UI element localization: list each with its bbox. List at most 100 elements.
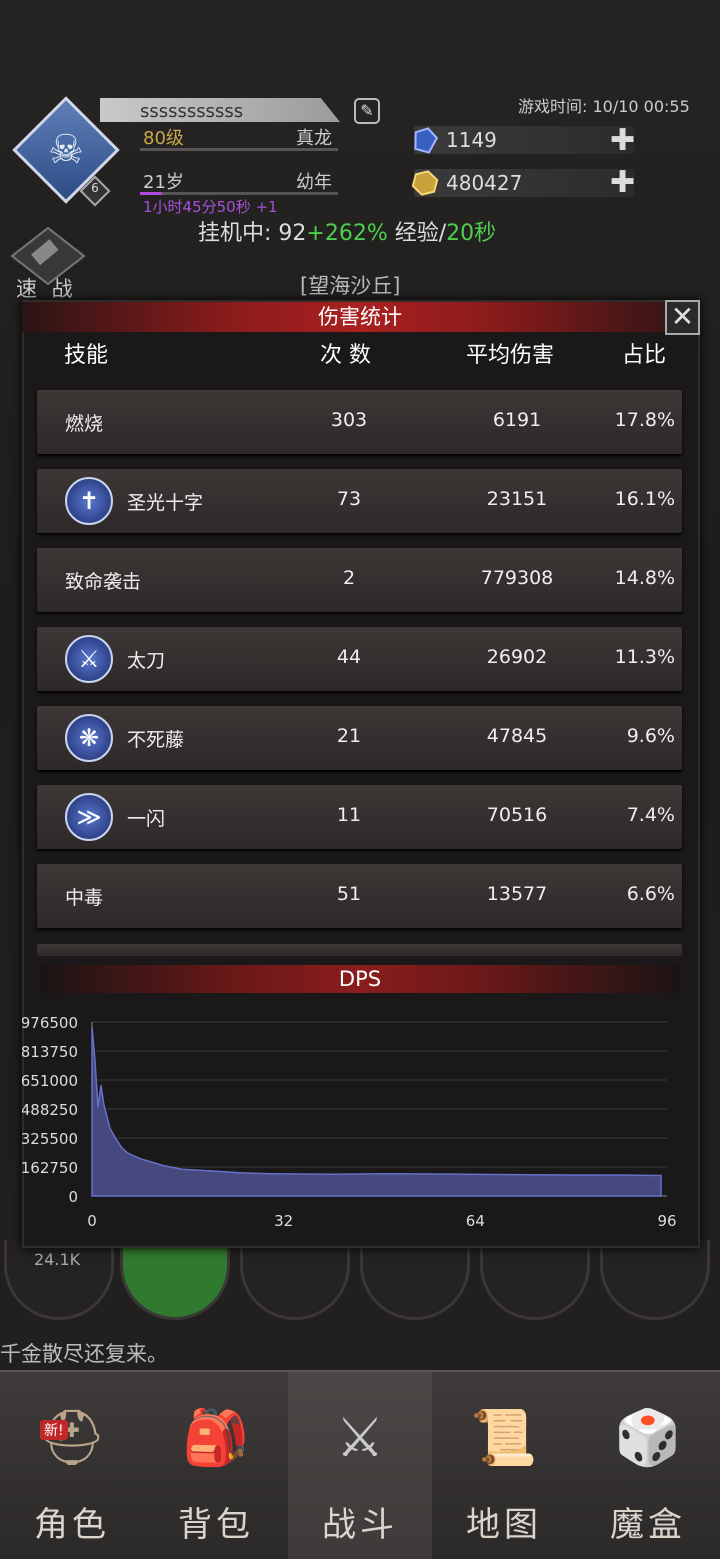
- player-title: 真龙: [296, 128, 332, 149]
- tab-battle[interactable]: ⚔ 战斗: [288, 1372, 432, 1559]
- backpack-icon: 🎒: [182, 1406, 250, 1469]
- dps-point: [121, 1147, 123, 1149]
- dps-point: [103, 1104, 105, 1106]
- table-row: 燃烧 303 6191 17.8%: [37, 390, 682, 454]
- column-header-pct: 占比: [622, 343, 667, 368]
- dps-point: [181, 1168, 183, 1171]
- y-tick-label: 0: [68, 1188, 78, 1206]
- afk-base: 92: [278, 221, 307, 246]
- afk-exp-label: 经验/: [387, 221, 447, 246]
- tab-label: 角色: [34, 1505, 110, 1545]
- hit-count: 11: [336, 804, 362, 826]
- dps-area: [91, 1026, 662, 1197]
- skill-slot-3[interactable]: [480, 1240, 590, 1320]
- game-time: 游戏时间: 10/10 00:55: [518, 97, 690, 116]
- skill-name: 太刀: [127, 650, 166, 672]
- column-header-avg: 平均伤害: [466, 343, 555, 368]
- mp-orb: [120, 1240, 230, 1320]
- tab-label: 地图: [466, 1505, 542, 1545]
- afk-interval: 20秒: [446, 221, 497, 246]
- magic-box-icon: 🎲: [614, 1406, 682, 1469]
- tab-label: 战斗: [322, 1505, 398, 1545]
- tab-magicbox[interactable]: 🎲 魔盒: [576, 1372, 720, 1559]
- player-age: 21岁: [143, 172, 184, 193]
- hit-count: 73: [336, 488, 362, 510]
- avg-damage: 70516: [486, 804, 548, 826]
- table-row: ✝ 圣光十字 73 23151 16.1%: [37, 469, 682, 533]
- table-row: 致命袭击 2 779308 14.8%: [37, 548, 682, 612]
- y-tick-label: 976500: [22, 1014, 78, 1032]
- dps-point: [510, 1173, 513, 1176]
- dps-point: [330, 1173, 333, 1176]
- dps-point: [151, 1161, 153, 1163]
- damage-share: 14.8%: [614, 567, 675, 589]
- skill-name: 不死藤: [127, 729, 185, 751]
- quick-battle-label[interactable]: 速 战: [16, 273, 77, 303]
- dps-point: [163, 1164, 165, 1167]
- skill-slot-4[interactable]: [600, 1240, 710, 1320]
- y-tick-label: 325500: [22, 1130, 78, 1148]
- dps-point: [390, 1172, 393, 1175]
- dps-point: [660, 1174, 662, 1177]
- damage-share: 11.3%: [614, 646, 675, 668]
- tab-bag[interactable]: 🎒 背包: [144, 1372, 288, 1559]
- y-tick-label: 813750: [22, 1043, 78, 1061]
- column-header-skill: 技能: [64, 343, 109, 368]
- avg-damage: 23151: [486, 488, 548, 510]
- badge-level: 6: [91, 181, 99, 195]
- x-tick-label: 0: [87, 1212, 97, 1230]
- dps-point: [115, 1138, 117, 1140]
- x-tick-label: 64: [466, 1212, 485, 1230]
- hp-value: 24.1K: [34, 1250, 81, 1269]
- player-name: sssssssssss: [140, 101, 244, 122]
- skill-name: 中毒: [65, 887, 104, 909]
- x-tick-label: 32: [274, 1212, 293, 1230]
- skill-name: 圣光十字: [127, 492, 204, 514]
- edit-name-icon[interactable]: ✎: [354, 98, 380, 124]
- app-screen: ☠ 6 sssssssssss ✎ 游戏时间: 10/10 00:55 80级 …: [0, 0, 720, 1559]
- dps-point: [91, 1025, 93, 1028]
- dps-chart: 976500 813750 651000 488250 325500 162750 00 32…: [22, 1014, 677, 1230]
- diamond-count: 1149: [446, 128, 497, 152]
- tab-role[interactable]: ⛑ 新! 角色: [0, 1372, 144, 1559]
- dps-point: [109, 1127, 111, 1130]
- avg-damage: 47845: [486, 725, 548, 747]
- cross-icon: ✝: [65, 477, 113, 525]
- skill-name: 燃烧: [65, 413, 104, 435]
- avg-damage: 26902: [486, 646, 548, 668]
- afk-label: 挂机中:: [198, 221, 279, 246]
- afk-bonus: +262%: [306, 221, 388, 246]
- dps-point: [139, 1157, 141, 1160]
- dps-point: [570, 1174, 572, 1176]
- time-remaining: 1小时45分50秒 +1: [143, 198, 278, 216]
- table-row: ⚔ 太刀 44 26902 11.3%: [37, 627, 682, 691]
- dps-title: DPS: [338, 967, 382, 991]
- skill-slot-1[interactable]: [240, 1240, 350, 1320]
- add-diamond-icon[interactable]: ✚: [610, 126, 635, 156]
- sword-shield-icon: ⚔: [335, 1406, 385, 1469]
- skill-slot-2[interactable]: [360, 1240, 470, 1320]
- hit-count: 2: [342, 567, 356, 589]
- table-row: ❋ 不死藤 21 47845 9.6%: [37, 706, 682, 770]
- demon-skull-icon: ☠: [48, 127, 84, 173]
- table-row: ≫ 一闪 11 70516 7.4%: [37, 785, 682, 849]
- hit-count: 44: [336, 646, 362, 668]
- age-progress-track: [140, 192, 338, 195]
- add-gold-icon[interactable]: ✚: [610, 168, 635, 198]
- modal-title: 伤害统计: [318, 305, 402, 329]
- level-divider: [140, 148, 338, 151]
- close-button[interactable]: ✕: [665, 300, 700, 335]
- vine-icon: ❋: [65, 714, 113, 762]
- y-tick-label: 488250: [22, 1101, 78, 1119]
- ticker-message: 千金散尽还复来。: [0, 1342, 168, 1366]
- skill-name: 致命袭击: [65, 571, 142, 593]
- y-tick-label: 162750: [22, 1159, 78, 1177]
- player-level: 80级: [143, 128, 184, 149]
- hit-count: 303: [330, 409, 368, 431]
- tab-map[interactable]: 📜 地图: [432, 1372, 576, 1559]
- age-progress-fill: [140, 192, 162, 195]
- dps-point: [240, 1172, 243, 1174]
- tab-label: 魔盒: [610, 1505, 686, 1545]
- column-header-count: 次 数: [320, 343, 371, 368]
- damage-share: 9.6%: [626, 725, 675, 747]
